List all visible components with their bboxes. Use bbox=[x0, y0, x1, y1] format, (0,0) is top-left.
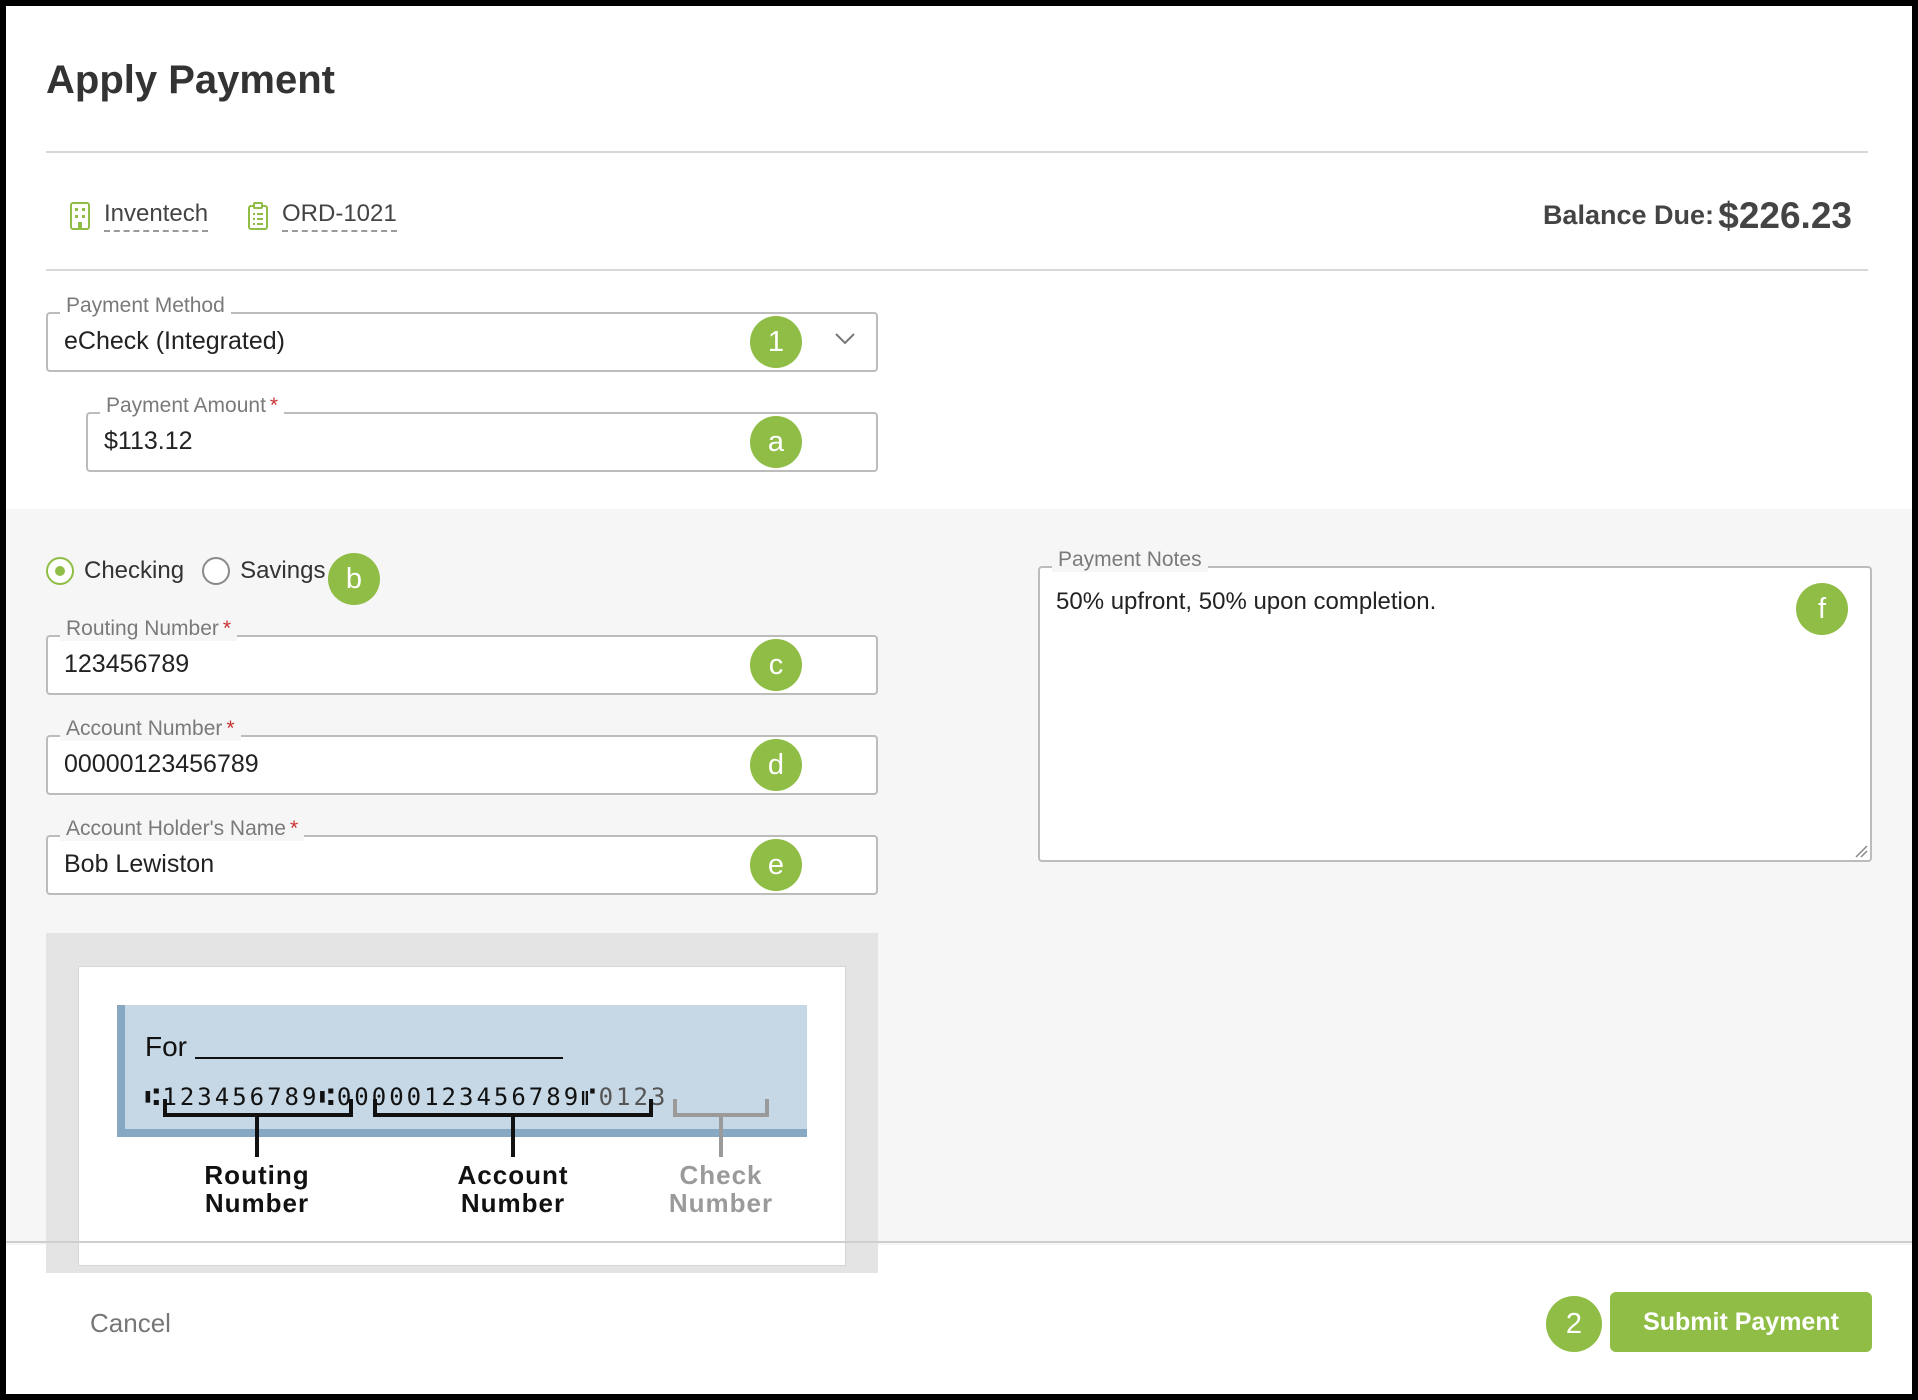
payment-notes-textarea[interactable]: Payment Notes 50% upfront, 50% upon comp… bbox=[1038, 548, 1872, 862]
footer-divider bbox=[6, 1241, 1912, 1243]
clipboard-icon bbox=[248, 202, 268, 230]
account-holder-label: Account Holder's Name * bbox=[60, 817, 305, 841]
account-number-caption: Account Number bbox=[457, 1160, 569, 1218]
apply-payment-dialog: Apply Payment Inventech ORD-1021 Balance… bbox=[6, 6, 1912, 1394]
step-badge-e: e bbox=[750, 839, 802, 891]
check-diagram-panel: For ⑆123456789⑆00000123456789⑈0123 Routi… bbox=[46, 933, 878, 1273]
divider bbox=[46, 269, 1868, 271]
company-name[interactable]: Inventech bbox=[104, 200, 209, 232]
page-title: Apply Payment bbox=[46, 58, 335, 102]
step-badge-b: b bbox=[328, 553, 380, 605]
routing-number-label: Routing Number * bbox=[60, 617, 238, 641]
building-icon bbox=[70, 202, 90, 230]
step-badge-2: 2 bbox=[1546, 1296, 1602, 1352]
step-badge-c: c bbox=[750, 639, 802, 691]
savings-label[interactable]: Savings bbox=[240, 557, 325, 585]
submit-payment-button[interactable]: Submit Payment bbox=[1610, 1292, 1872, 1352]
checking-radio[interactable] bbox=[46, 557, 74, 585]
payment-method-label: Payment Method bbox=[60, 294, 231, 318]
account-number-label: Account Number * bbox=[60, 717, 241, 741]
payment-method-value: eCheck (Integrated) bbox=[64, 327, 285, 355]
account-holder-value: Bob Lewiston bbox=[64, 850, 215, 878]
step-badge-f: f bbox=[1796, 583, 1848, 635]
order-number[interactable]: ORD-1021 bbox=[282, 200, 397, 232]
step-badge-a: a bbox=[750, 416, 802, 468]
payment-notes-value: 50% upfront, 50% upon completion. bbox=[1056, 588, 1437, 615]
cancel-button[interactable]: Cancel bbox=[90, 1308, 171, 1339]
checking-label[interactable]: Checking bbox=[84, 557, 184, 585]
company-link[interactable]: Inventech bbox=[68, 200, 209, 232]
payment-notes-label: Payment Notes bbox=[1052, 548, 1208, 572]
check-brackets bbox=[163, 1099, 769, 1157]
step-badge-d: d bbox=[750, 739, 802, 791]
balance-due-value: $226.23 bbox=[1718, 195, 1852, 236]
payment-amount-label: Payment Amount * bbox=[100, 394, 285, 418]
check-diagram: For ⑆123456789⑆00000123456789⑈0123 Routi… bbox=[78, 966, 846, 1266]
payment-amount-value: $113.12 bbox=[104, 427, 193, 455]
check-number-caption: Check Number bbox=[668, 1160, 774, 1218]
savings-radio[interactable] bbox=[202, 557, 231, 585]
account-number-value: 00000123456789 bbox=[64, 750, 259, 778]
routing-number-value: 123456789 bbox=[64, 650, 190, 678]
account-type-group: Checking Savings bbox=[46, 557, 343, 585]
chevron-down-icon[interactable] bbox=[834, 332, 856, 346]
divider bbox=[46, 151, 1868, 153]
resize-handle-icon[interactable] bbox=[1854, 844, 1868, 858]
routing-number-caption: Routing Number bbox=[204, 1160, 310, 1218]
bank-details-panel: Checking Savings b Routing Number * 12345… bbox=[6, 509, 1912, 1273]
order-link[interactable]: ORD-1021 bbox=[246, 200, 397, 232]
balance-due-label: Balance Due: bbox=[1542, 200, 1714, 230]
step-badge-1: 1 bbox=[750, 316, 802, 368]
